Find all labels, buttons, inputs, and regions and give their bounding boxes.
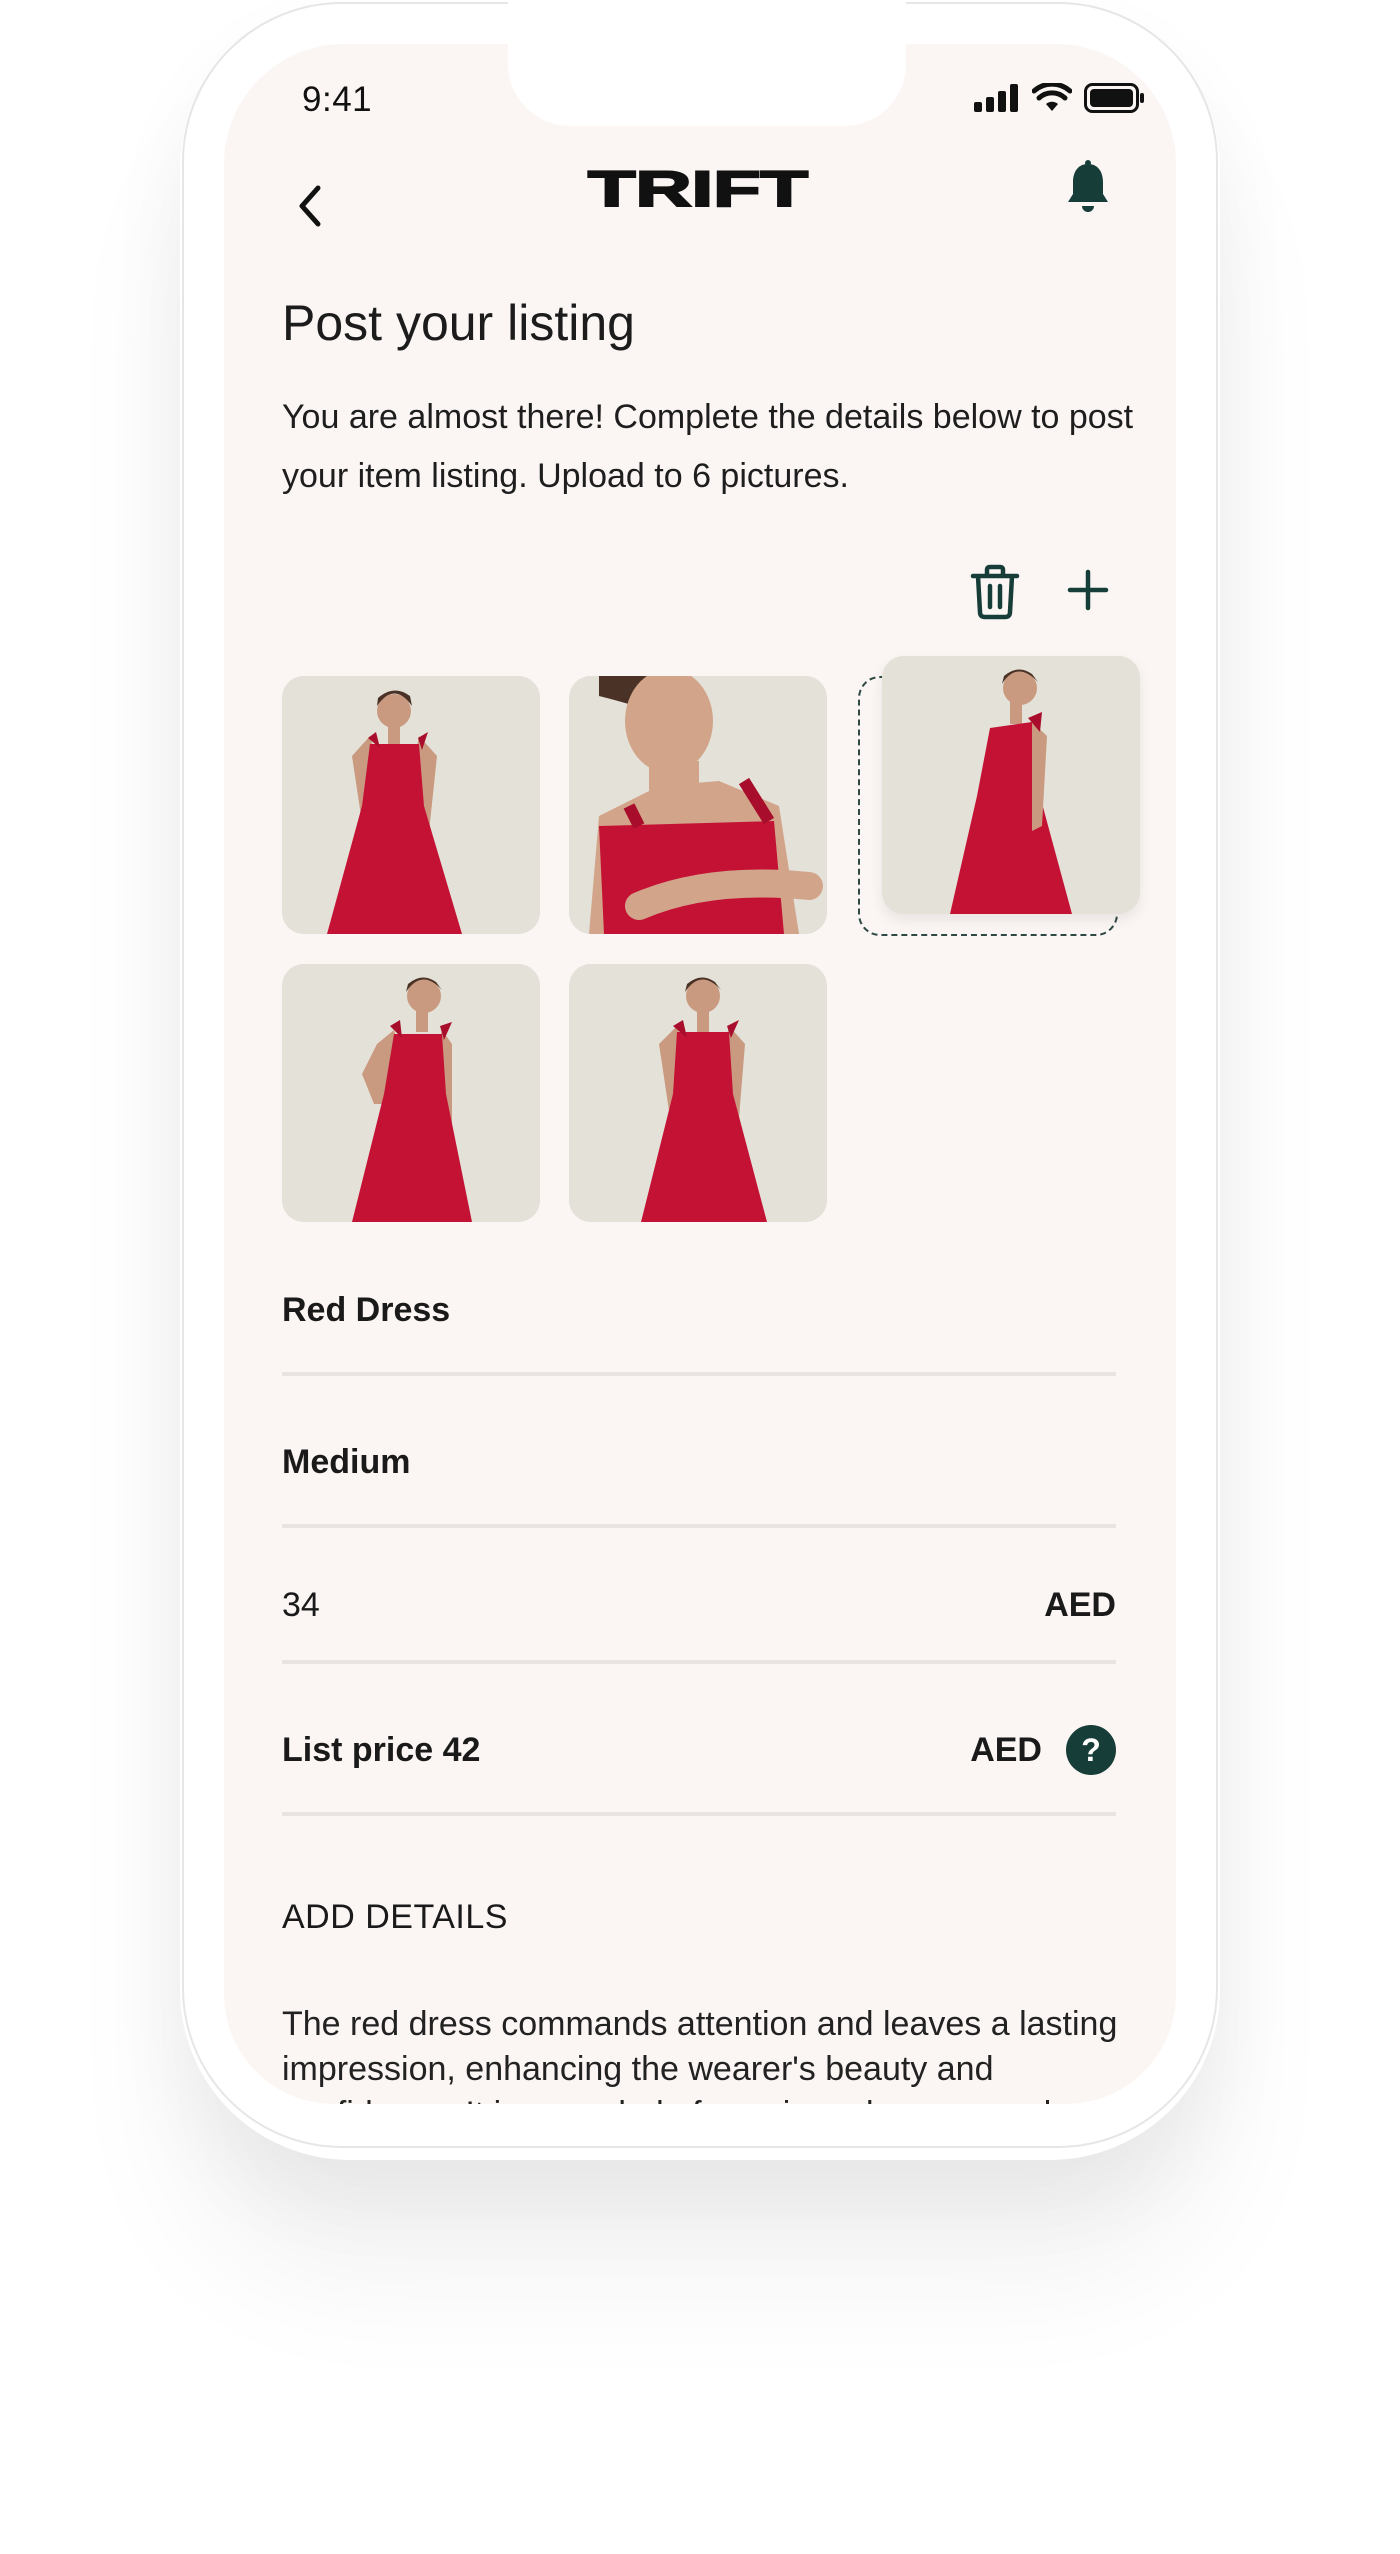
- dress-photo-2: [569, 676, 827, 934]
- dress-photo-4: [282, 964, 540, 1222]
- photo-thumbnail[interactable]: [282, 676, 540, 934]
- list-price-currency: AED: [970, 1730, 1042, 1769]
- list-price-field[interactable]: List price 42 AED ?: [282, 1720, 1116, 1780]
- wifi-icon: [1032, 83, 1072, 111]
- brand-logo-text: TRIFT: [588, 162, 808, 214]
- details-textarea[interactable]: The red dress commands attention and lea…: [282, 2002, 1132, 2104]
- item-name-field[interactable]: Red Dress: [282, 1280, 1116, 1340]
- page-title: Post your listing: [282, 295, 635, 351]
- divider: [282, 1660, 1116, 1664]
- dress-photo-3: [882, 656, 1140, 914]
- divider: [282, 1372, 1116, 1376]
- dress-photo-5: [569, 964, 827, 1222]
- list-price-value: List price 42: [282, 1730, 481, 1769]
- dress-photo-1: [282, 676, 540, 934]
- trash-icon[interactable]: [970, 564, 1020, 620]
- plus-icon[interactable]: [1066, 568, 1110, 612]
- intro-text: You are almost there! Complete the detai…: [282, 398, 1134, 495]
- add-details-label: ADD DETAILS: [282, 1898, 508, 1936]
- divider: [282, 1524, 1116, 1528]
- size-field[interactable]: Medium: [282, 1432, 1116, 1492]
- divider: [282, 1812, 1116, 1816]
- item-name-value: Red Dress: [282, 1290, 451, 1329]
- price-value: 34: [282, 1585, 320, 1624]
- phone-notch: [508, 0, 906, 126]
- back-icon[interactable]: [290, 178, 330, 234]
- status-time: 9:41: [302, 80, 373, 119]
- details-text-clip: The red dress commands attention and lea…: [282, 1990, 1162, 2104]
- photo-thumbnail[interactable]: [282, 964, 540, 1222]
- photo-thumbnail-dragging[interactable]: [882, 656, 1140, 914]
- photo-thumbnail[interactable]: [569, 964, 827, 1222]
- help-icon[interactable]: ?: [1066, 1725, 1116, 1775]
- status-icons: [974, 80, 1146, 116]
- bell-icon[interactable]: [1064, 160, 1112, 216]
- price-currency: AED: [1044, 1585, 1116, 1624]
- price-field[interactable]: 34 AED: [282, 1575, 1116, 1635]
- size-value: Medium: [282, 1442, 411, 1481]
- trift-logo: TRIFT: [587, 162, 809, 214]
- signal-icon: [974, 84, 1018, 112]
- battery-icon: [1084, 83, 1144, 113]
- photo-thumbnail[interactable]: [569, 676, 827, 934]
